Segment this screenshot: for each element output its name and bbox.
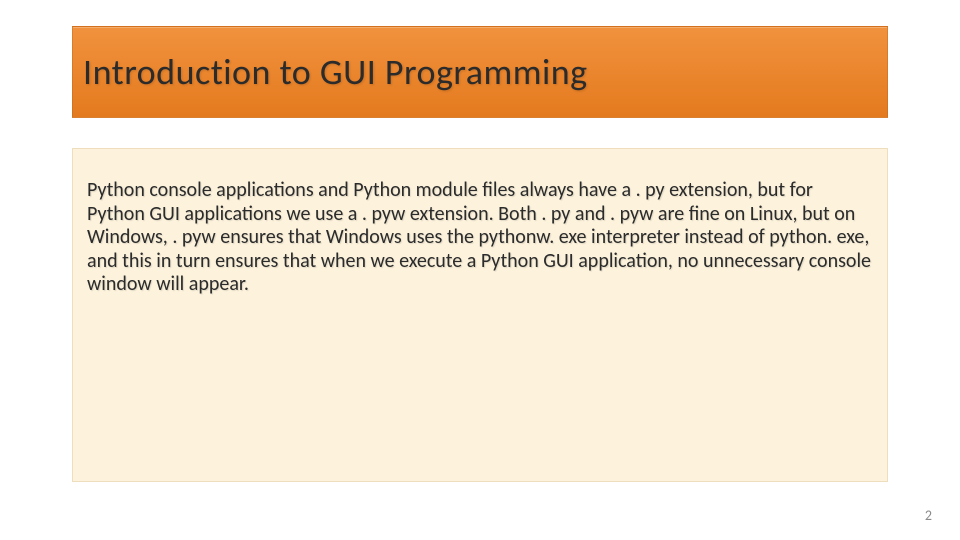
title-bar: Introduction to GUI Programming (72, 26, 888, 118)
content-box: Python console applications and Python m… (72, 148, 888, 482)
slide-body-text: Python console applications and Python m… (87, 179, 873, 297)
slide-title: Introduction to GUI Programming (83, 50, 588, 94)
page-number: 2 (925, 507, 932, 524)
